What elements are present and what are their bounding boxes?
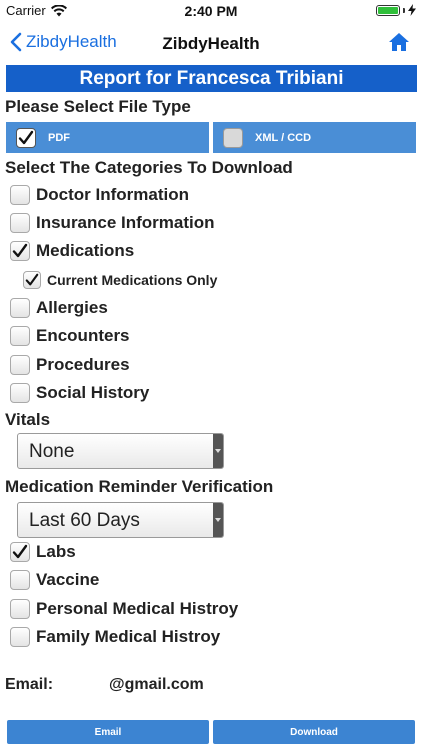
file-type-xml-option[interactable]: XML / CCD (213, 122, 416, 153)
category-label: Allergies (36, 298, 108, 317)
status-time: 2:40 PM (184, 3, 238, 19)
vitals-selected-value: None (29, 441, 75, 462)
checkbox[interactable] (10, 298, 30, 318)
checkmark-icon (12, 544, 28, 559)
status-bar: Carrier 2:40 PM (0, 0, 422, 22)
email-label: Email: (5, 676, 54, 693)
category-current-medications-only[interactable]: Current Medications Only (23, 271, 217, 289)
category-encounters[interactable]: Encounters (10, 326, 130, 346)
home-button[interactable] (388, 31, 410, 58)
category-label: Current Medications Only (47, 272, 218, 288)
category-label: Vaccine (36, 570, 100, 589)
pdf-option-label: PDF (48, 131, 70, 144)
battery-icon (376, 4, 400, 16)
checkbox[interactable] (10, 627, 30, 647)
category-vaccine[interactable]: Vaccine (10, 570, 99, 590)
status-right (376, 4, 416, 16)
file-type-heading: Please Select File Type (5, 97, 191, 116)
checkbox[interactable] (10, 326, 30, 346)
category-label: Insurance Information (36, 213, 215, 232)
category-family-medical-history[interactable]: Family Medical Histroy (10, 627, 220, 647)
xml-checkbox[interactable] (223, 127, 243, 148)
category-doctor-information[interactable]: Doctor Information (10, 185, 189, 205)
category-label: Encounters (36, 326, 130, 345)
vitals-heading: Vitals (5, 410, 51, 429)
checkmark-icon (25, 273, 39, 286)
checkbox[interactable] (10, 383, 30, 403)
chevron-left-icon (10, 32, 22, 52)
category-social-history[interactable]: Social History (10, 383, 149, 403)
back-button[interactable]: ZibdyHealth (10, 32, 117, 52)
category-labs[interactable]: Labs (10, 542, 76, 562)
category-label: Labs (36, 542, 76, 561)
home-icon (389, 33, 409, 51)
category-label: Doctor Information (36, 185, 189, 204)
charging-icon (408, 4, 416, 16)
category-procedures[interactable]: Procedures (10, 355, 130, 375)
download-button[interactable]: Download (213, 720, 415, 744)
email-value: @gmail.com (109, 676, 204, 693)
category-insurance-information[interactable]: Insurance Information (10, 213, 215, 233)
category-personal-medical-history[interactable]: Personal Medical Histroy (10, 599, 238, 619)
file-type-pdf-option[interactable]: PDF (6, 122, 209, 153)
checkbox[interactable] (23, 271, 41, 289)
checkbox[interactable] (10, 355, 30, 375)
report-title-banner: Report for Francesca Tribiani (6, 65, 417, 92)
dropdown-arrow-icon (213, 503, 223, 537)
dropdown-arrow-icon (213, 434, 223, 468)
category-label: Medications (36, 241, 135, 260)
checkbox[interactable] (10, 542, 30, 562)
vitals-select[interactable]: None (17, 433, 224, 469)
category-allergies[interactable]: Allergies (10, 298, 108, 318)
category-medications[interactable]: Medications (10, 241, 134, 261)
medication-reminder-selected-value: Last 60 Days (29, 510, 140, 531)
email-button[interactable]: Email (7, 720, 209, 744)
checkbox[interactable] (10, 570, 30, 590)
checkbox[interactable] (10, 241, 30, 261)
categories-heading: Select The Categories To Download (5, 158, 293, 177)
checkbox[interactable] (10, 213, 30, 233)
checkbox[interactable] (10, 185, 30, 205)
medication-reminder-select[interactable]: Last 60 Days (17, 502, 224, 538)
navigation-bar: ZibdyHealth ZibdyHealth (0, 22, 422, 64)
xml-option-label: XML / CCD (255, 131, 312, 144)
medication-reminder-heading: Medication Reminder Verification (5, 477, 274, 496)
back-button-label: ZibdyHealth (26, 32, 117, 51)
checkbox[interactable] (10, 599, 30, 619)
pdf-checkbox[interactable] (16, 127, 36, 148)
checkmark-icon (12, 243, 28, 258)
battery-nub (403, 7, 405, 13)
category-label: Procedures (36, 355, 130, 374)
checkmark-icon (18, 130, 34, 144)
category-label: Family Medical Histroy (36, 627, 221, 646)
category-label: Personal Medical Histroy (36, 599, 239, 618)
category-label: Social History (36, 383, 150, 402)
